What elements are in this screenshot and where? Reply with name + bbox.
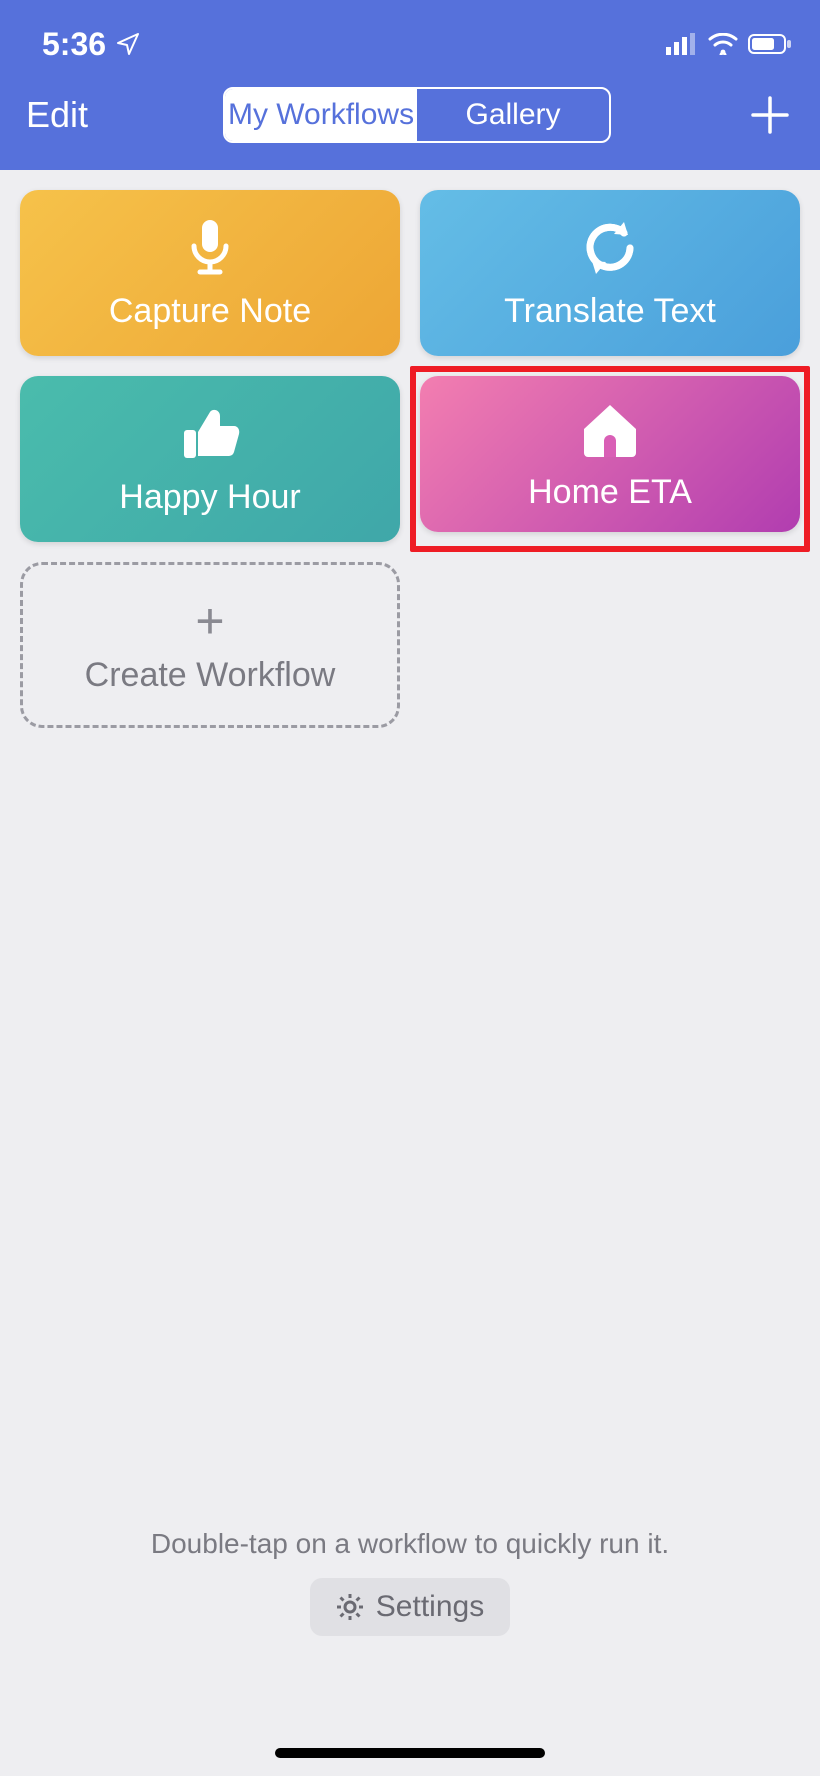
microphone-icon (186, 216, 234, 280)
plus-icon (749, 94, 791, 136)
tab-my-workflows[interactable]: My Workflows (225, 89, 417, 141)
workflow-grid: Capture Note Translate Text Happy Hour H… (0, 170, 820, 728)
workflow-tile-label: Translate Text (504, 292, 716, 331)
create-workflow-label: Create Workflow (85, 656, 336, 695)
settings-label: Settings (376, 1590, 484, 1624)
location-icon (116, 32, 140, 56)
home-icon (578, 397, 642, 461)
footer: Double-tap on a workflow to quickly run … (0, 1528, 820, 1636)
tab-gallery[interactable]: Gallery (417, 89, 609, 141)
signal-icon (666, 33, 698, 55)
edit-button[interactable]: Edit (26, 94, 88, 136)
workflow-tile-label: Happy Hour (119, 478, 300, 517)
settings-button[interactable]: Settings (310, 1578, 510, 1636)
create-workflow-tile[interactable]: + Create Workflow (20, 562, 400, 728)
workflow-tile-translate-text[interactable]: Translate Text (420, 190, 800, 356)
hint-text: Double-tap on a workflow to quickly run … (151, 1528, 669, 1560)
wifi-icon (708, 33, 738, 55)
app-header: 5:36 Edit My Workflows Gallery (0, 0, 820, 170)
plus-icon: + (195, 596, 224, 646)
nav-row: Edit My Workflows Gallery (0, 70, 820, 160)
add-button[interactable] (746, 91, 794, 139)
refresh-icon (578, 216, 642, 280)
gear-icon (336, 1593, 364, 1621)
status-time: 5:36 (42, 26, 106, 63)
selection-highlight: Home ETA (410, 366, 810, 552)
home-indicator[interactable] (275, 1748, 545, 1758)
workflow-tile-capture-note[interactable]: Capture Note (20, 190, 400, 356)
thumbs-up-icon (178, 402, 242, 466)
workflow-tile-label: Home ETA (528, 473, 692, 512)
segmented-control: My Workflows Gallery (223, 87, 611, 143)
battery-icon (748, 33, 792, 55)
workflow-tile-happy-hour[interactable]: Happy Hour (20, 376, 400, 542)
workflow-tile-label: Capture Note (109, 292, 311, 331)
status-bar: 5:36 (0, 0, 820, 70)
workflow-tile-home-eta[interactable]: Home ETA (420, 376, 800, 532)
